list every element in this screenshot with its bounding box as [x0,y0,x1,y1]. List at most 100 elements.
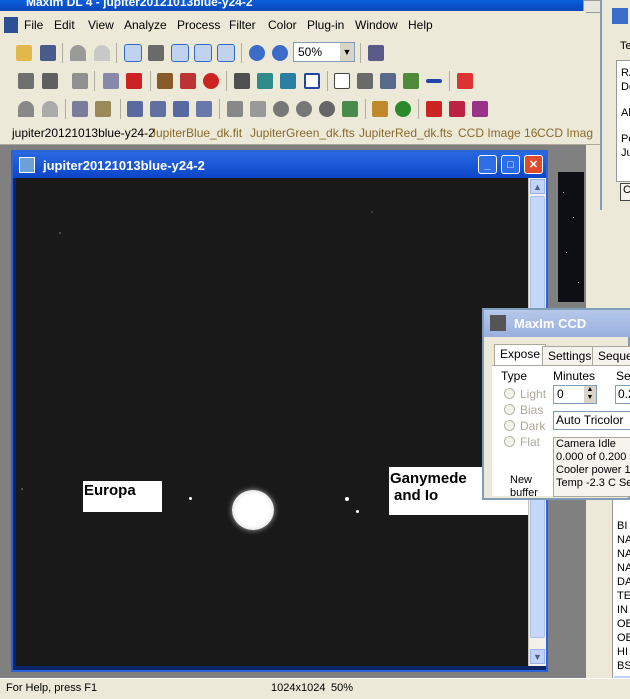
align-icon[interactable] [257,73,273,89]
zoom-in-icon[interactable] [249,45,265,61]
undo-icon[interactable] [70,45,86,61]
bin-icon[interactable] [150,101,166,117]
type-light: Light [520,387,547,401]
menu-filter[interactable]: Filter [229,18,256,32]
minimize-icon[interactable]: _ [478,155,497,174]
red-frame-icon[interactable] [449,101,465,117]
crosshair-icon[interactable] [171,44,189,62]
menu-view[interactable]: View [88,18,114,32]
pencil-icon[interactable] [372,101,388,117]
resize-icon[interactable] [173,101,189,117]
histogram-icon[interactable] [234,73,250,89]
graph-icon[interactable] [380,73,396,89]
select-icon[interactable] [217,44,235,62]
minutes-input[interactable]: 0 ▲ ▼ [553,385,597,404]
flip-icon[interactable] [227,101,243,117]
fit-icon[interactable] [148,45,164,61]
toolbar-row-2 [0,67,586,96]
undo-icon-2[interactable] [18,101,34,117]
menu-help[interactable]: Help [408,18,433,32]
list-item[interactable]: TE [617,590,630,602]
menu-analyze[interactable]: Analyze [124,18,167,32]
tab-ccd-image[interactable]: CCD Imag [537,126,593,140]
list-item[interactable]: BI [617,520,627,532]
save-icon[interactable] [40,45,56,61]
plus-red-icon[interactable] [126,73,142,89]
list-item[interactable]: DA [617,576,630,588]
line-icon[interactable] [426,79,442,83]
maximize-icon[interactable]: □ [501,155,520,174]
crosshair-red-icon[interactable] [457,73,473,89]
mirror-icon[interactable] [250,101,266,117]
paste-icon[interactable] [95,101,111,117]
redo-icon[interactable] [94,45,110,61]
tab-ccd-image-16[interactable]: CCD Image 16 [458,126,537,140]
tab-jupiter-blue-y24[interactable]: jupiter20121013blue-y24-2 [12,126,155,140]
list-item[interactable]: NA [617,548,630,560]
ccd-window-titlebar[interactable]: MaxIm CCD [484,310,630,337]
crop-icon[interactable] [127,101,143,117]
seconds-input[interactable]: 0.2 [615,385,630,404]
tab-sequence[interactable]: Seque [592,346,630,365]
list-item[interactable]: NA [617,562,630,574]
tool-icon[interactable] [612,8,628,24]
scroll-down-icon[interactable]: ▼ [530,649,545,664]
menu-window[interactable]: Window [355,18,398,32]
zoom-out-icon[interactable] [272,45,288,61]
tricolor-icon[interactable] [472,101,488,117]
document-stack-icon[interactable] [72,73,88,89]
list-item[interactable]: BS [617,660,630,672]
menu-color[interactable]: Color [268,18,297,32]
rotate-icon[interactable] [319,101,335,117]
tab-jupiterblue-dk[interactable]: JupiterBlue_dk.fit [150,126,242,140]
list-item[interactable]: OB [617,618,630,630]
color-balance-icon[interactable] [395,101,411,117]
spinner-icon[interactable]: ▲ ▼ [584,386,596,403]
square-icon[interactable] [304,73,320,89]
menu-plugin[interactable]: Plug-in [307,18,344,32]
menu-process[interactable]: Process [177,18,220,32]
panel-button[interactable]: C [620,183,630,201]
red-document-icon[interactable] [426,101,442,117]
menu-edit[interactable]: Edit [54,18,75,32]
zoom-select[interactable]: 50% ▼ [293,42,355,62]
copy-icon[interactable] [72,101,88,117]
copy-image-icon[interactable] [103,73,119,89]
tab-settings[interactable]: Settings [542,346,598,365]
layers-icon[interactable] [42,73,58,89]
list-item[interactable]: HI [617,646,628,658]
image-view-icon[interactable] [124,44,142,62]
tab-jupiterred-dk[interactable]: JupiterRed_dk.fts [359,126,452,140]
star-mark-icon[interactable] [180,73,196,89]
image-canvas[interactable]: Europa Ganymede and Io [16,178,528,666]
tab-jupitergreen-dk[interactable]: JupiterGreen_dk.fts [250,126,355,140]
picture-icon[interactable] [357,73,373,89]
arrows-icon[interactable] [342,101,358,117]
list-item[interactable]: OB [617,632,630,644]
scroll-up-icon[interactable]: ▲ [530,179,545,194]
pointer-icon[interactable] [194,44,212,62]
rotate-right-icon[interactable] [296,101,312,117]
new-buffer-checkbox[interactable]: New buffer [510,474,538,500]
right-panel-list: BI NA NA NA DA TE IN OB OB HI BS ◀ [612,500,630,698]
open-icon[interactable] [16,45,32,61]
list-item[interactable]: NA [617,534,630,546]
menu-file[interactable]: File [24,18,43,32]
context-help-icon[interactable] [368,45,384,61]
chevron-down-icon[interactable]: ▼ [340,43,354,61]
brush-icon[interactable] [157,73,173,89]
stack-icon[interactable] [280,73,296,89]
no-icon[interactable] [203,73,219,89]
edit-icon[interactable] [196,101,212,117]
bar-icon[interactable] [403,73,419,89]
panel-tab-label[interactable]: Te [620,40,630,52]
redo-icon-2[interactable] [42,101,58,117]
rectangle-icon[interactable] [334,73,350,89]
rotate-left-icon[interactable] [273,101,289,117]
close-icon[interactable]: ✕ [524,155,543,174]
readout-mode-select[interactable]: Auto Tricolor [553,411,630,430]
list-item[interactable]: IN [617,604,628,616]
ruler-icon[interactable] [18,73,34,89]
image-window-titlebar[interactable]: jupiter20121013blue-y24-2 _ □ ✕ [13,152,546,178]
tab-expose[interactable]: Expose [494,344,547,366]
